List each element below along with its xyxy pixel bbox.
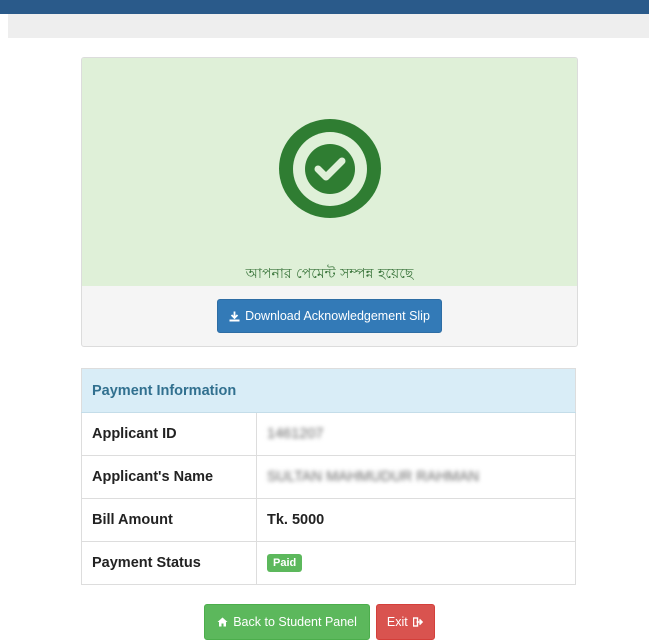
action-buttons: Back to Student Panel Exit: [0, 604, 649, 640]
table-row: Applicant's Name SULTAN MAHMUDUR RAHMAN: [81, 455, 576, 499]
success-footer: Download Acknowledgement Slip: [82, 286, 577, 346]
success-body: আপনার পেমেন্ট সম্পন্ন হয়েছে: [82, 58, 577, 286]
download-icon: [229, 311, 240, 321]
bill-amount-value: Tk. 5000: [256, 498, 576, 542]
bill-amount-label: Bill Amount: [81, 498, 257, 542]
top-navbar: [0, 0, 649, 14]
table-header: Payment Information: [81, 368, 576, 413]
exit-button[interactable]: Exit: [375, 604, 435, 640]
table-row: Payment Status Paid: [81, 541, 576, 585]
table-row: Applicant ID 1461207: [81, 412, 576, 456]
download-button-label: Download Acknowledgement Slip: [245, 309, 430, 323]
sub-navbar: [8, 14, 649, 38]
applicant-id-value: 1461207: [256, 412, 576, 456]
applicant-name-value: SULTAN MAHMUDUR RAHMAN: [256, 455, 576, 499]
applicant-name-label: Applicant's Name: [81, 455, 257, 499]
payment-status-value: Paid: [256, 541, 576, 585]
payment-status-label: Payment Status: [81, 541, 257, 585]
payment-information-table: Payment Information Applicant ID 1461207…: [81, 368, 576, 585]
checkmark-icon: [304, 143, 355, 194]
check-circle-icon: [278, 119, 381, 218]
back-button-label: Back to Student Panel: [233, 615, 357, 629]
download-acknowledgement-button[interactable]: Download Acknowledgement Slip: [217, 299, 442, 333]
back-to-student-panel-button[interactable]: Back to Student Panel: [204, 604, 370, 640]
status-badge: Paid: [267, 554, 303, 572]
applicant-id-label: Applicant ID: [81, 412, 257, 456]
success-message: আপনার পেমেন্ট সম্পন্ন হয়েছে: [245, 266, 414, 282]
exit-button-label: Exit: [386, 615, 408, 629]
sign-out-icon: [412, 617, 423, 627]
table-row: Bill Amount Tk. 5000: [81, 498, 576, 542]
home-icon: [217, 617, 228, 627]
payment-success-panel: আপনার পেমেন্ট সম্পন্ন হয়েছে Download Ac…: [81, 57, 578, 347]
